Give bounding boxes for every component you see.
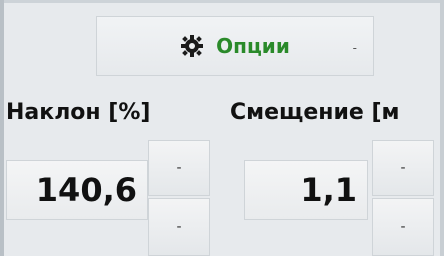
options-button[interactable]: Опции -: [96, 16, 374, 76]
right-border: [440, 0, 444, 256]
options-caret: -: [352, 41, 357, 55]
shift-label: Смещение [м: [230, 100, 400, 125]
panel: Опции - Наклон [%] Смещение [м 140,6 - -…: [0, 0, 444, 256]
shift-decrement-button[interactable]: -: [372, 198, 434, 256]
slope-increment-button[interactable]: -: [148, 140, 210, 196]
left-border: [0, 0, 4, 256]
slope-value-field[interactable]: 140,6: [6, 160, 148, 220]
top-border: [0, 0, 444, 3]
gear-icon: [181, 35, 204, 57]
shift-increment-button[interactable]: -: [372, 140, 434, 196]
slope-decrement-button[interactable]: -: [148, 198, 210, 256]
options-label: Опции: [216, 34, 290, 58]
slope-label: Наклон [%]: [6, 100, 151, 125]
shift-value-field[interactable]: 1,1: [244, 160, 368, 220]
